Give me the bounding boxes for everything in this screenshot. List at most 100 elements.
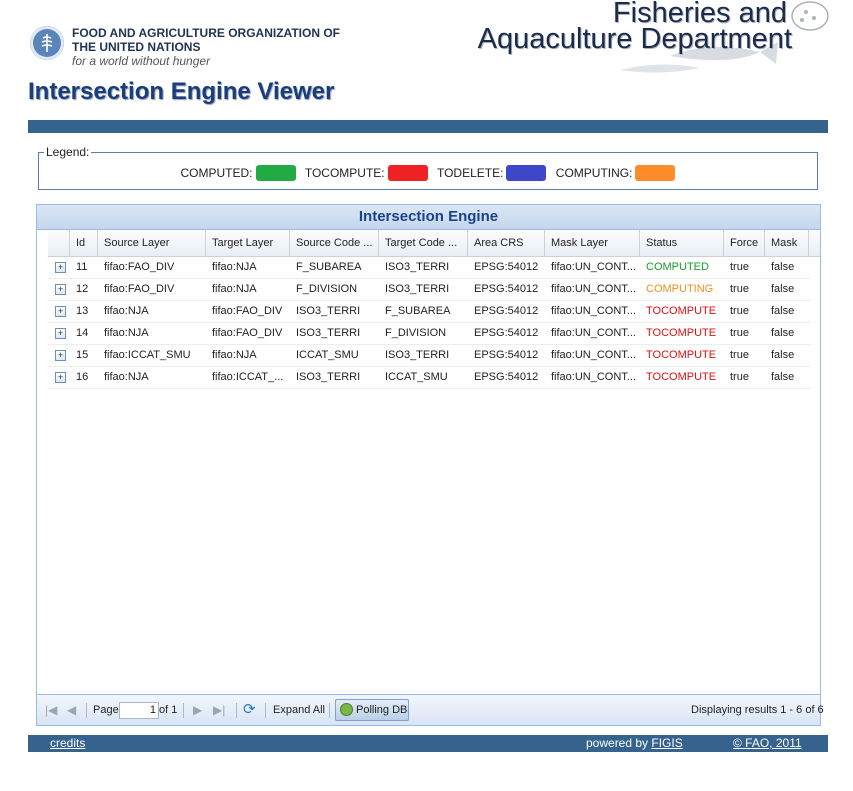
column-header-target-code[interactable]: Target Code ...	[379, 230, 468, 256]
powered-by: powered by FIGIS	[586, 736, 683, 750]
cell-source-code: ISO3_TERRI	[296, 327, 361, 339]
cell-status: COMPUTED	[646, 261, 709, 273]
cell-target-code: ISO3_TERRI	[385, 349, 450, 361]
cell-source-layer: fifao:NJA	[104, 305, 149, 317]
department-title: Fisheries and Aquaculture Department	[478, 0, 792, 54]
cell-area-crs: EPSG:54012	[474, 283, 539, 295]
cell-source-layer: fifao:NJA	[104, 327, 149, 339]
org-name: FOOD AND AGRICULTURE ORGANIZATION OF THE…	[72, 26, 340, 54]
polling-db-label: Polling DB	[356, 704, 408, 716]
legend-label: TODELETE:	[436, 166, 504, 180]
table-row[interactable]: +16 fifao:NJA fifao:ICCAT_... ISO3_TERRI ICC…	[48, 367, 810, 389]
table-row[interactable]: +12 fifao:FAO_DIV fifao:NJA F_DIVISION ISO3_…	[48, 279, 810, 301]
column-header-source-layer[interactable]: Source Layer	[98, 230, 206, 256]
toolbar-separator	[236, 703, 237, 718]
toolbar-separator	[265, 703, 266, 718]
column-header-id[interactable]: Id	[70, 230, 98, 256]
cell-target-layer: fifao:FAO_DIV	[212, 327, 283, 339]
cell-source-layer: fifao:ICCAT_SMU	[104, 349, 191, 361]
column-header-target-layer[interactable]: Target Layer	[206, 230, 290, 256]
cell-mask-layer: fifao:UN_CONT...	[551, 261, 636, 273]
toolbar-separator	[183, 703, 184, 718]
cell-status: TOCOMPUTE	[646, 327, 717, 339]
legend-swatch-computed	[255, 165, 296, 181]
polling-db-button[interactable]: Polling DB	[335, 699, 409, 721]
cell-mask-layer: fifao:UN_CONT...	[551, 349, 636, 361]
table-row[interactable]: +14 fifao:NJA fifao:FAO_DIV ISO3_TERRI F_DIV…	[48, 323, 810, 345]
column-header-status[interactable]: Status	[640, 230, 724, 256]
next-page-icon[interactable]: ▶	[193, 695, 202, 725]
first-page-icon[interactable]: |◀	[45, 695, 57, 725]
row-expander-icon[interactable]: +	[55, 350, 66, 361]
row-expander-icon[interactable]: +	[55, 328, 66, 339]
legend-label: TOCOMPUTE:	[304, 166, 385, 180]
cell-area-crs: EPSG:54012	[474, 349, 539, 361]
cell-id: 11	[76, 261, 88, 273]
cell-target-code: ICCAT_SMU	[385, 371, 448, 383]
cell-status: TOCOMPUTE	[646, 305, 717, 317]
org-name-line2: THE UNITED NATIONS	[72, 40, 201, 54]
cell-mask-layer: fifao:UN_CONT...	[551, 283, 636, 295]
credits-link[interactable]: credits	[50, 736, 85, 750]
copyright-link[interactable]: © FAO, 2011	[733, 736, 802, 750]
cell-force: true	[730, 327, 749, 339]
column-header-expander[interactable]	[48, 230, 70, 256]
fao-logo-icon	[30, 26, 64, 60]
legend-swatch-todelete	[506, 165, 547, 181]
cell-target-layer: fifao:NJA	[212, 261, 257, 273]
row-expander-icon[interactable]: +	[55, 372, 66, 383]
cell-force: true	[730, 283, 749, 295]
cell-force: true	[730, 371, 749, 383]
table-row[interactable]: +11 fifao:FAO_DIV fifao:NJA F_SUBAREA ISO3_T…	[48, 257, 810, 279]
legend-item-todelete: TODELETE:	[436, 165, 547, 181]
polling-icon	[340, 703, 353, 716]
column-header-source-code[interactable]: Source Code ...	[290, 230, 379, 256]
table-row[interactable]: +15 fifao:ICCAT_SMU fifao:NJA ICCAT_SMU ISO3…	[48, 345, 810, 367]
powered-by-label: powered by	[586, 736, 652, 750]
legend-swatch-computing	[635, 165, 676, 181]
paging-toolbar: |◀ ◀ Page 1 of 1 ▶ ▶| ⟳ Expand All Polli…	[37, 694, 824, 725]
header-divider-bar	[28, 120, 828, 133]
cell-id: 14	[76, 327, 89, 339]
table-row[interactable]: +13 fifao:NJA fifao:FAO_DIV ISO3_TERRI F_SUB…	[48, 301, 810, 323]
cell-target-code: ISO3_TERRI	[385, 261, 450, 273]
cell-area-crs: EPSG:54012	[474, 371, 539, 383]
cell-id: 13	[76, 305, 89, 317]
display-message: Displaying results 1 - 6 of 6	[691, 704, 824, 716]
column-header-mask[interactable]: Mask	[765, 230, 809, 256]
cell-target-layer: fifao:ICCAT_...	[212, 371, 284, 383]
legend-label: COMPUTED:	[180, 166, 253, 180]
cell-source-layer: fifao:FAO_DIV	[104, 283, 175, 295]
row-expander-icon[interactable]: +	[55, 306, 66, 317]
column-header-force[interactable]: Force	[724, 230, 765, 256]
cell-force: true	[730, 261, 749, 273]
intersection-engine-panel: Intersection Engine Id Source Layer Targ…	[36, 204, 824, 726]
cell-source-code: ICCAT_SMU	[296, 349, 359, 361]
page-title: Intersection Engine Viewer	[28, 78, 335, 105]
expand-all-button[interactable]: Expand All	[273, 695, 325, 725]
page-number-input[interactable]: 1	[119, 702, 159, 719]
legend-items: COMPUTED: TOCOMPUTE: TODELETE: COMPUTING…	[39, 165, 817, 181]
cell-mask-layer: fifao:UN_CONT...	[551, 371, 636, 383]
cell-source-code: ISO3_TERRI	[296, 371, 361, 383]
refresh-icon[interactable]: ⟳	[243, 695, 256, 725]
cell-area-crs: EPSG:54012	[474, 305, 539, 317]
row-expander-icon[interactable]: +	[55, 262, 66, 273]
department-title-line2: Aquaculture Department	[477, 23, 792, 55]
cell-mask: false	[771, 371, 795, 383]
toolbar-separator	[329, 703, 330, 718]
last-page-icon[interactable]: ▶|	[213, 695, 225, 725]
column-header-area-crs[interactable]: Area CRS	[468, 230, 545, 256]
column-header-mask-layer[interactable]: Mask Layer	[545, 230, 640, 256]
footer-bar: credits powered by FIGIS © FAO, 2011	[28, 735, 828, 752]
legend-fieldset: Legend: COMPUTED: TOCOMPUTE: TODELETE: C…	[38, 145, 818, 190]
figis-link[interactable]: FIGIS	[651, 736, 682, 750]
cell-target-code: F_SUBAREA	[385, 305, 451, 317]
cell-mask-layer: fifao:UN_CONT...	[551, 327, 636, 339]
cell-force: true	[730, 305, 749, 317]
prev-page-icon[interactable]: ◀	[67, 695, 76, 725]
legend-item-tocompute: TOCOMPUTE:	[305, 165, 428, 181]
cell-status: TOCOMPUTE	[646, 349, 717, 361]
row-expander-icon[interactable]: +	[55, 284, 66, 295]
panel-title: Intersection Engine	[37, 205, 820, 230]
